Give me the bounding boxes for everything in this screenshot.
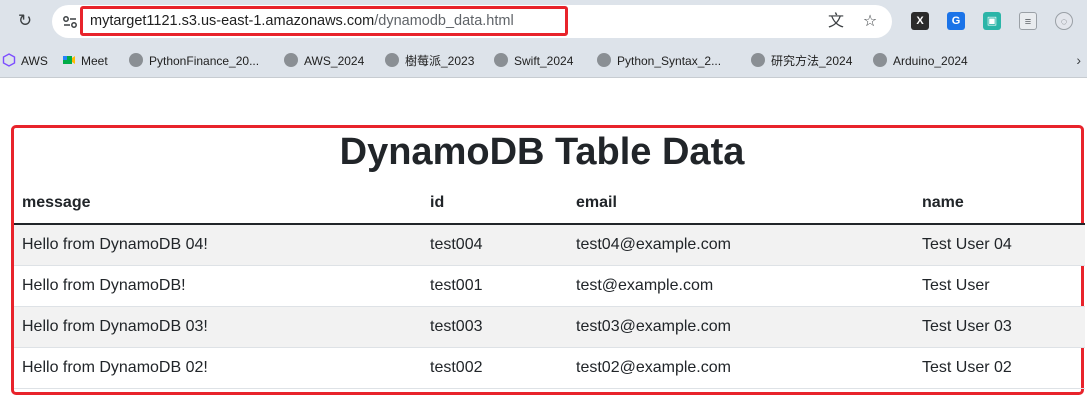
meet-icon [63,56,75,64]
github-icon [129,53,143,67]
url-text[interactable]: mytarget1121.s3.us-east-1.amazonaws.com/… [90,13,514,29]
translate-icon[interactable]: 文 [826,12,846,32]
bookmark-label: AWS [21,54,48,68]
address-bar[interactable]: mytarget1121.s3.us-east-1.amazonaws.com/… [52,5,892,38]
cell-email: test04@example.com [568,224,914,266]
column-header-message: message [14,183,422,225]
cell-email: test@example.com [568,265,914,307]
github-icon [494,53,508,67]
github-icon [597,53,611,67]
cell-name: Test User 04 [914,224,1085,266]
site-info-icon[interactable] [60,12,80,32]
cell-message: Hello from DynamoDB 02! [14,347,422,389]
bookmark-research[interactable]: 研究方法_2024 [751,52,852,70]
bookmark-arduino[interactable]: Arduino_2024 [873,52,968,70]
cell-email: test03@example.com [568,306,914,348]
reload-icon[interactable]: ↻ [14,10,36,32]
table-row: Hello from DynamoDB! test001 test@exampl… [14,265,1085,307]
bookmark-label: PythonFinance_20... [149,54,260,68]
bookmark-meet[interactable]: Meet [62,52,108,70]
cell-name: Test User 03 [914,306,1085,348]
browser-toolbar: ↻ mytarget1121.s3.us-east-1.amazonaws.co… [0,0,1087,44]
bookmark-pythonfinance[interactable]: PythonFinance_20... [129,52,259,70]
column-header-name: name [914,183,1085,225]
bookmark-label: Arduino_2024 [893,54,968,68]
bookmark-label: 樹莓派_2023 [405,54,475,68]
bookmark-label: 研究方法_2024 [771,54,853,68]
cell-id: test001 [422,265,568,307]
cell-message: Hello from DynamoDB 04! [14,224,422,266]
chevron-right-icon[interactable]: › [1076,52,1081,68]
cell-message: Hello from DynamoDB! [14,265,422,307]
cell-id: test003 [422,306,568,348]
github-icon [873,53,887,67]
github-icon [751,53,765,67]
github-icon [385,53,399,67]
bookmark-aws[interactable]: AWS [2,52,48,70]
extension-tv-icon[interactable]: ▣ [983,12,1001,30]
star-icon[interactable]: ☆ [860,12,880,32]
extension-page-icon[interactable]: ≡ [1019,12,1037,30]
extension-chat-icon[interactable]: ◌ [1055,12,1073,30]
table-row: Hello from DynamoDB 02! test002 test02@e… [14,347,1085,389]
column-header-email: email [568,183,914,225]
cell-name: Test User [914,265,1085,307]
extension-translate-icon[interactable]: G [947,12,965,30]
cell-name: Test User 02 [914,347,1085,389]
bookmark-label: Swift_2024 [514,54,574,68]
table-row: Hello from DynamoDB 03! test003 test03@e… [14,306,1085,348]
extension-x-icon[interactable]: X [911,12,929,30]
bookmark-label: Python_Syntax_2... [617,54,722,68]
table-header-row: message id email name [14,183,1085,225]
bookmarks-bar: AWS Meet PythonFinance_20... AWS_2024 樹莓… [0,44,1087,78]
bookmark-label: AWS_2024 [304,54,365,68]
cube-icon [2,53,16,67]
bookmark-label: Meet [81,54,108,68]
dynamodb-table: message id email name Hello from DynamoD… [14,183,1085,389]
bookmark-python-syntax[interactable]: Python_Syntax_2... [597,52,721,70]
table-row: Hello from DynamoDB 04! test004 test04@e… [14,224,1085,266]
github-icon [284,53,298,67]
bookmark-aws2024[interactable]: AWS_2024 [284,52,364,70]
column-header-id: id [422,183,568,225]
cell-email: test02@example.com [568,347,914,389]
page-title: DynamoDB Table Data [339,131,745,173]
cell-id: test002 [422,347,568,389]
url-path: /dynamodb_data.html [374,13,514,29]
bookmark-raspberrypi[interactable]: 樹莓派_2023 [385,52,474,70]
bookmark-swift[interactable]: Swift_2024 [494,52,573,70]
url-host: mytarget1121.s3.us-east-1.amazonaws.com [90,13,375,29]
cell-message: Hello from DynamoDB 03! [14,306,422,348]
cell-id: test004 [422,224,568,266]
